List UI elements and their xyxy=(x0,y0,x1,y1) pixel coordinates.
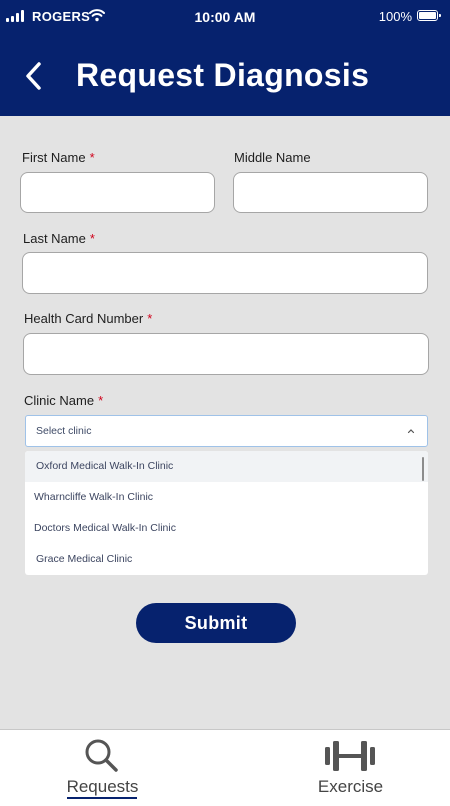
page-title: Request Diagnosis xyxy=(76,57,370,93)
dropdown-scrollbar[interactable] xyxy=(421,457,424,481)
middle-name-label-text: Middle Name xyxy=(234,150,311,165)
dumbbell-icon xyxy=(325,741,375,771)
first-name-field[interactable] xyxy=(20,172,215,213)
tab-requests-label: Requests xyxy=(66,777,139,796)
chevron-left-icon xyxy=(26,62,41,90)
required-marker: * xyxy=(89,150,95,165)
middle-name-field[interactable] xyxy=(233,172,428,213)
required-marker: * xyxy=(147,311,153,326)
submit-button[interactable]: Submit xyxy=(136,603,296,643)
clinic-name-label-text: Clinic Name xyxy=(24,393,95,408)
last-name-field[interactable] xyxy=(22,252,428,294)
clinic-option-doctors-medical[interactable]: Doctors Medical Walk-In Clinic xyxy=(25,513,428,544)
first-name-label-text: First Name xyxy=(22,150,86,165)
battery-percent: 100% xyxy=(378,9,412,24)
chevron-up-icon xyxy=(407,429,415,434)
clinic-dropdown-list[interactable]: Oxford Medical Walk-In Clinic Wharncliff… xyxy=(25,451,428,575)
clinic-option-oxford[interactable]: Oxford Medical Walk-In Clinic xyxy=(25,451,428,482)
app-header: ROGERS 10:00 AM 100% Request Diagnosis xyxy=(0,0,450,116)
clinic-option-label: Doctors Medical Walk-In Clinic xyxy=(34,522,176,534)
health-card-label-text: Health Card Number xyxy=(24,311,144,326)
bottom-tab-bar: Requests Exercise xyxy=(0,729,450,806)
tab-exercise[interactable]: Exercise xyxy=(225,730,450,806)
clinic-option-wharncliffe[interactable]: Wharncliffe Walk-In Clinic xyxy=(25,482,428,513)
back-button[interactable] xyxy=(14,56,54,96)
health-card-field[interactable] xyxy=(23,333,429,375)
clinic-option-grace[interactable]: Grace Medical Clinic xyxy=(25,544,428,575)
health-card-label: Health Card Number * xyxy=(24,311,152,326)
last-name-label: Last Name * xyxy=(23,231,95,246)
active-tab-indicator xyxy=(67,797,137,799)
first-name-label: First Name * xyxy=(22,150,95,165)
last-name-label-text: Last Name xyxy=(23,231,86,246)
tab-requests[interactable]: Requests xyxy=(0,730,225,806)
clinic-option-label: Wharncliffe Walk-In Clinic xyxy=(34,491,154,503)
middle-name-label: Middle Name xyxy=(234,150,311,165)
battery-icon xyxy=(417,10,441,21)
required-marker: * xyxy=(89,231,95,246)
clinic-select-placeholder: Select clinic xyxy=(36,425,92,437)
clinic-option-label: Grace Medical Clinic xyxy=(36,553,133,565)
clinic-select[interactable]: Select clinic xyxy=(25,415,428,447)
clinic-option-label: Oxford Medical Walk-In Clinic xyxy=(36,460,174,472)
tab-exercise-label: Exercise xyxy=(317,777,384,796)
clinic-name-label: Clinic Name * xyxy=(24,393,103,408)
required-marker: * xyxy=(98,393,104,408)
status-bar: ROGERS 10:00 AM 100% xyxy=(0,0,450,32)
search-icon xyxy=(85,739,118,772)
